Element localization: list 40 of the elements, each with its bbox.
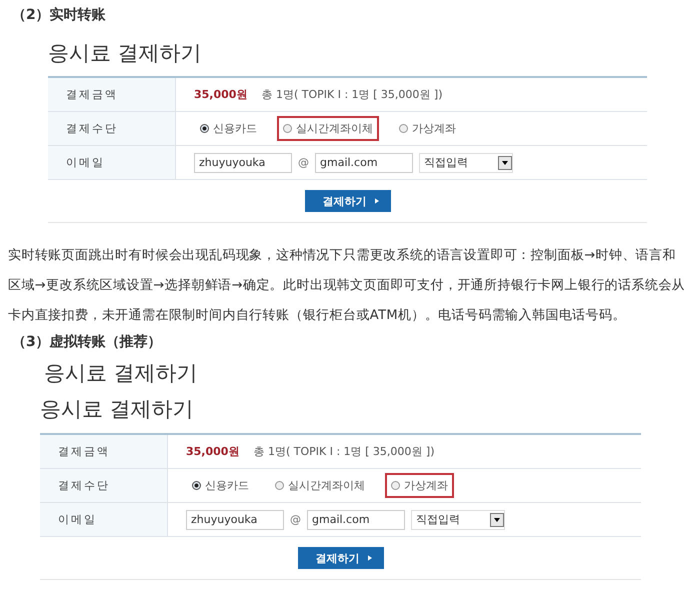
- pay-button[interactable]: 결제하기: [304, 190, 390, 212]
- domain-dropdown[interactable]: 직접입력: [411, 510, 505, 530]
- amount-detail: 총 1명( TOPIK Ⅰ : 1명 [ 35,000원 ]): [261, 87, 442, 102]
- email-user-field[interactable]: zhuyuyouka: [186, 510, 284, 530]
- radio-button[interactable]: [275, 481, 284, 490]
- row-label: 결제금액: [48, 78, 176, 111]
- radio-button[interactable]: [399, 124, 408, 133]
- radio-option[interactable]: 가상계좌: [385, 473, 454, 498]
- radio-button[interactable]: [200, 124, 209, 133]
- radio-button[interactable]: [283, 124, 292, 133]
- radio-option[interactable]: 신용카드: [186, 473, 255, 498]
- email-domain-field[interactable]: gmail.com: [315, 152, 413, 172]
- form-title: 응시료 결제하기: [40, 396, 195, 423]
- row-label: 이메일: [40, 503, 168, 536]
- paragraph: 实时转账页面跳出时有时候会出现乱码现象，这种情况下只需更改系统的语言设置即可：控制面板→时钟、语言和区域→更改系统区域设置→选择朝鲜语→确定。此时出现韩文页面即可支付，开通所持银行卡网上银行的话系统会从卡内直接扣费，未开通需在限制时间内自行转账（银行柜台或ATM机）。电话号码需输入韩国电话号码。: [8, 247, 686, 325]
- row-label: 결제금액: [40, 435, 168, 468]
- at-sign: @: [298, 156, 309, 169]
- caret-icon: [368, 555, 372, 561]
- radio-button[interactable]: [192, 481, 201, 490]
- form-title: 응시료 결제하기: [44, 360, 199, 387]
- radio-option[interactable]: 가상계좌: [393, 116, 462, 141]
- email-domain-field[interactable]: gmail.com: [307, 510, 405, 530]
- radio-button[interactable]: [391, 481, 400, 490]
- email-user-field[interactable]: zhuyuyouka: [194, 152, 292, 172]
- section-heading: （3）虚拟转账（推荐）: [12, 333, 163, 352]
- pay-button[interactable]: 결제하기: [298, 547, 384, 569]
- amount-detail: 총 1명( TOPIK Ⅰ : 1명 [ 35,000원 ]): [253, 444, 434, 459]
- row-label: 결제수단: [48, 112, 176, 145]
- amount-text: 35,000원: [194, 87, 248, 102]
- radio-option[interactable]: 신용카드: [194, 116, 263, 141]
- at-sign: @: [290, 513, 301, 526]
- row-label: 이메일: [48, 146, 176, 179]
- form-title: 응시료 결제하기: [48, 40, 203, 67]
- row-label: 결제수단: [40, 469, 168, 502]
- section-heading: （2）实时转账: [12, 6, 107, 25]
- amount-text: 35,000원: [186, 444, 240, 459]
- domain-dropdown[interactable]: 직접입력: [419, 152, 513, 172]
- radio-option[interactable]: 실시간계좌이체: [277, 116, 379, 141]
- radio-option[interactable]: 실시간계좌이체: [269, 473, 371, 498]
- caret-icon: [374, 198, 378, 204]
